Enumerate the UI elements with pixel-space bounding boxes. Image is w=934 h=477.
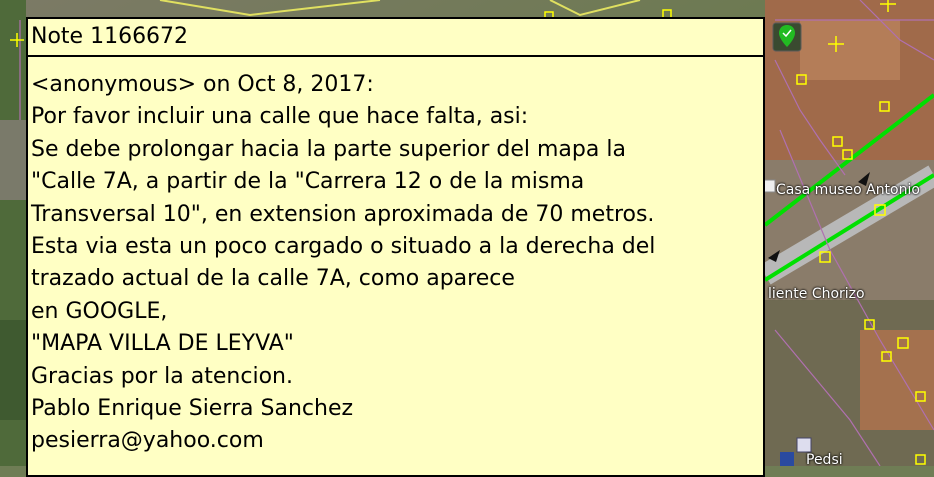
note-comment-line: Se debe prolongar hacia la parte superio… — [31, 136, 626, 162]
note-comment-line: Gracias por la atencion. — [31, 363, 293, 389]
note-comment-line: "MAPA VILLA DE LEYVA" — [31, 331, 294, 357]
note-marker-icon[interactable] — [772, 22, 802, 52]
poi-icon — [796, 437, 812, 453]
note-comment-line: Pablo Enrique Sierra Sanchez — [31, 396, 354, 422]
note-comment-line: trazado actual de la calle 7A, como apar… — [31, 266, 515, 292]
note-comment-author: <anonymous> on Oct 8, 2017: — [31, 72, 374, 97]
bus-stop-icon — [780, 452, 794, 466]
map-label-museum: Casa museo Antonio — [776, 182, 920, 198]
note-comment-line: en GOOGLE, — [31, 298, 168, 324]
note-comment-line: "Calle 7A, a partir de la "Carrera 12 o … — [31, 169, 585, 195]
note-comment-line: Transversal 10", en extension aproximada… — [31, 201, 655, 227]
note-title: Note 1166672 — [28, 19, 763, 57]
note-comment-email: pesierra@yahoo.com — [31, 428, 264, 454]
note-body: <anonymous> on Oct 8, 2017: Por favor in… — [28, 57, 763, 458]
note-comment-line: Esta via esta un poco cargado o situado … — [31, 234, 656, 260]
note-comment-line: Por favor incluir una calle que hace fal… — [31, 104, 529, 130]
note-popup: Note 1166672 <anonymous> on Oct 8, 2017:… — [26, 17, 765, 477]
map-label-chorizo: liente Chorizo — [768, 286, 865, 302]
